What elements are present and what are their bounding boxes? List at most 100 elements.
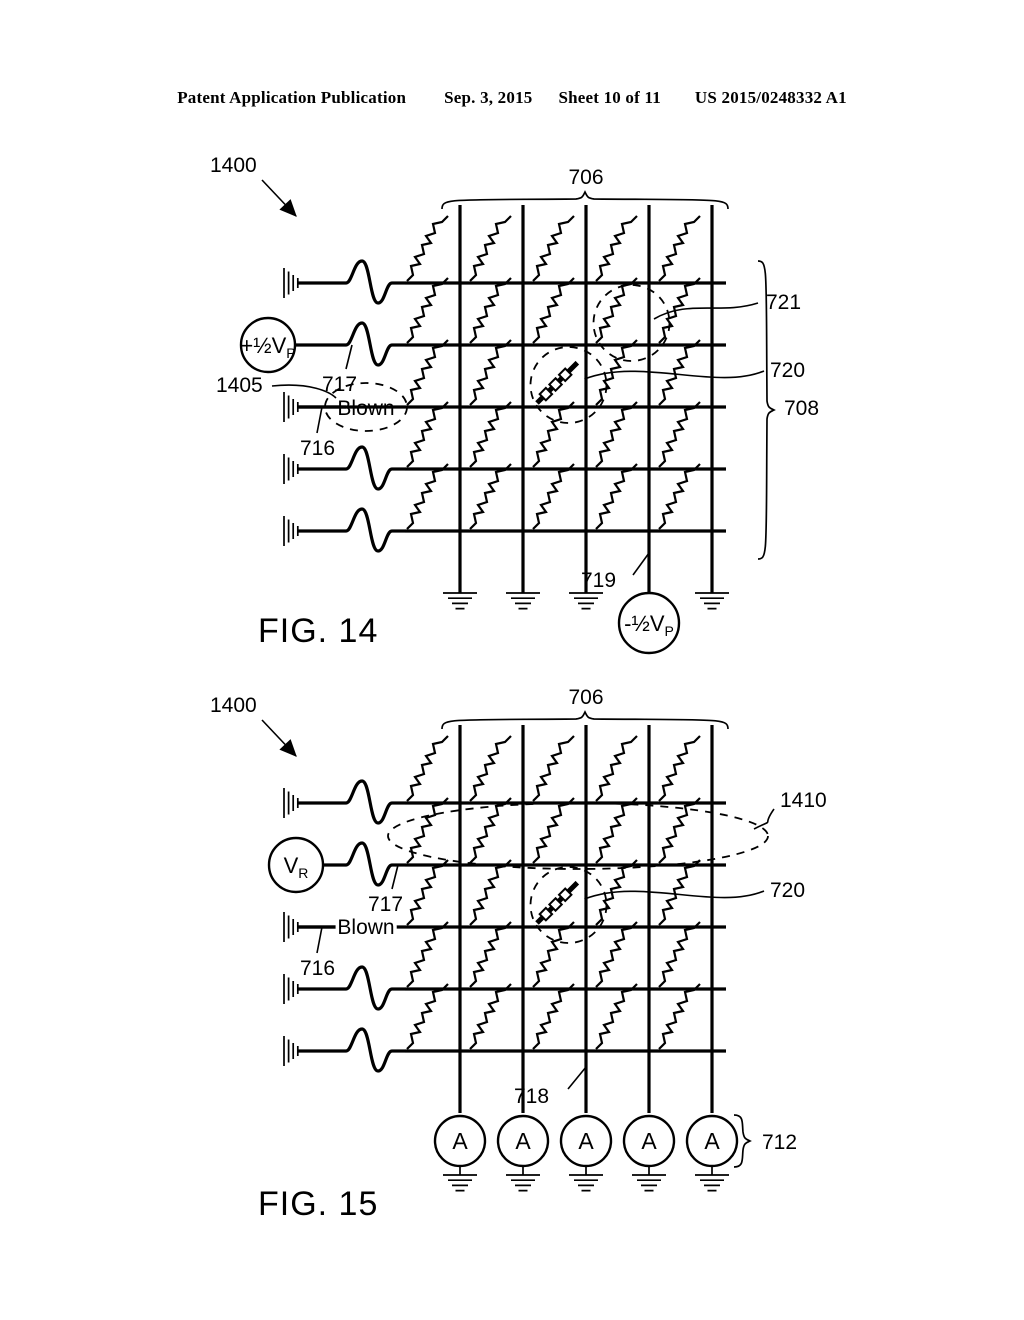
fig14-column-ground-icon [443,592,477,610]
fig15-row-ground-icon [283,788,299,818]
fig15-1410-leader [753,808,775,830]
fig14-fuse-element [532,277,575,344]
fig14-half-selected-label: 721 [766,291,801,314]
fig14-row-ground-icon [283,268,299,298]
fig15-fuse-element [595,735,638,802]
fig15-fuse-element [595,921,638,988]
fig15-717-leader [391,864,399,890]
fig14-fuse-element [406,277,449,344]
fig14-row-ground-icon [283,392,299,422]
fig15-row-ground-icon [283,974,299,1004]
fig14-ground-row-label: 716 [300,437,335,460]
figure-caption-14: FIG. 14 [258,612,379,650]
fig15-ammeter-label: A [578,1128,594,1154]
fig15-row-ground-icon [283,912,299,942]
fig14-programmed-cell-label: 720 [770,359,805,382]
fig14-highlight-circle [592,284,671,362]
fig15-ammeter-ground-icon [506,1174,540,1192]
fig14-row-bundle-label: 708 [784,397,819,420]
fig15-ammeter-ground-icon [632,1174,666,1192]
fig15-ground-row-label: 716 [300,957,335,980]
fig15-column-bundle-label: 706 [568,686,603,709]
fig14-column-ground-icon [695,592,729,610]
fig15-fuse-element [532,797,575,864]
fig14-fuse-element [595,277,638,344]
fig14-wire-squiggle [345,445,393,491]
fig14-wire-squiggle [345,259,393,305]
fig14-highlight-circle [529,346,608,424]
fig15-716-leader [316,926,323,954]
fig15-fuse-element [532,921,575,988]
fig15-718-leader [567,1066,587,1090]
fig15-fuse-element [406,921,449,988]
figure-artwork: 706+½VPBlown716717720-½VP140070872171914… [210,154,827,1192]
fig15-fuse-element [658,735,701,802]
fig14-fuse-element [469,277,512,344]
fig15-highlight-circle [529,866,608,944]
fig14-fuse-element [658,401,701,468]
fig14-blown-callout-label: 1405 [216,374,263,397]
fig15-fuse-element [658,983,701,1050]
fig15-device-label: 1400 [210,694,257,717]
patent-drawing-sheet: Patent Application Publication Sep. 3, 20… [0,0,1024,1320]
fig15-wire-squiggle [345,1027,393,1073]
fig14-fuse-element [469,401,512,468]
fig14-fuse-element [406,401,449,468]
fig14-wire-squiggle [345,507,393,553]
fig15-ammeter-label: A [704,1128,720,1154]
fig15-wire-squiggle [345,779,393,825]
fig15-fuse-element [406,859,449,926]
fig14-fuse-element [406,339,449,406]
fig15-fuse-element [469,797,512,864]
fig15-blown-label: Blown [337,916,394,939]
fig15-fuse-element [469,859,512,926]
fig14-wire-squiggle [345,321,393,367]
fig14-column-ground-icon [569,592,603,610]
fig15-ammeter-label: A [515,1128,531,1154]
fig15-ammeter-ground-icon [569,1174,603,1192]
fig15-fuse-element [595,983,638,1050]
fig14-fuse-element [406,215,449,282]
fig15-wire-squiggle [345,965,393,1011]
fig14-fuse-element [658,215,701,282]
fig14-fuse-element [532,401,575,468]
fig15-row-line-label: 717 [368,893,403,916]
fig14-fuse-element [469,339,512,406]
fig14-fuse-element [658,463,701,530]
fig15-wire-squiggle [345,841,393,887]
fig15-fuse-element [595,797,638,864]
fig15-column-line-label: 718 [514,1085,549,1108]
fig15-fuse-element [469,735,512,802]
fig14-719-leader [632,552,650,576]
fig14-device-label: 1400 [210,154,257,177]
fig14-row-ground-icon [283,516,299,546]
fig14-fuse-element [406,463,449,530]
fig15-ammeter-label: A [641,1128,657,1154]
fig14-column-line-label: 719 [581,569,616,592]
fig15-row-ground-icon [283,1036,299,1066]
fig15-ammeter-bundle-label: 712 [762,1131,797,1154]
fig15-fuse-element [406,735,449,802]
fig15-fuse-element [469,921,512,988]
fig14-fuse-element [532,463,575,530]
fig15-fuse-element [658,921,701,988]
fig14-fuse-element [532,215,575,282]
fig14-row-ground-icon [283,454,299,484]
fig14-fuse-element [595,401,638,468]
fig15-ammeter-label: A [452,1128,468,1154]
fig14-blown-label: Blown [337,397,394,420]
fig15-read-row-label: 1410 [780,789,827,812]
fig15-fuse-element [469,983,512,1050]
fig14-column-ground-icon [506,592,540,610]
fig15-fuse-element [532,983,575,1050]
fig14-716-leader [316,406,323,434]
fig15-programmed-cell-label: 720 [770,879,805,902]
fig14-fuse-element [469,463,512,530]
fig15-fuse-element [406,983,449,1050]
fig14-column-bundle-label: 706 [568,166,603,189]
fig14-717-leader [345,344,353,370]
fig15-fuse-element [532,735,575,802]
fig15-ammeter-ground-icon [695,1174,729,1192]
fig14-fuse-element [595,215,638,282]
fig15-ammeter-ground-icon [443,1174,477,1192]
